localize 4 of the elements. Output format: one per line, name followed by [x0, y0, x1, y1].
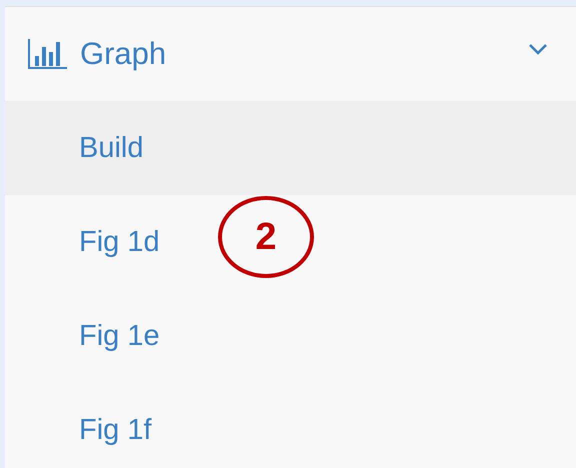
- menu-item[interactable]: Build: [5, 101, 576, 195]
- bar-chart-icon: [28, 39, 68, 69]
- chevron-icon: [528, 43, 548, 55]
- callout-number: 2: [218, 196, 314, 278]
